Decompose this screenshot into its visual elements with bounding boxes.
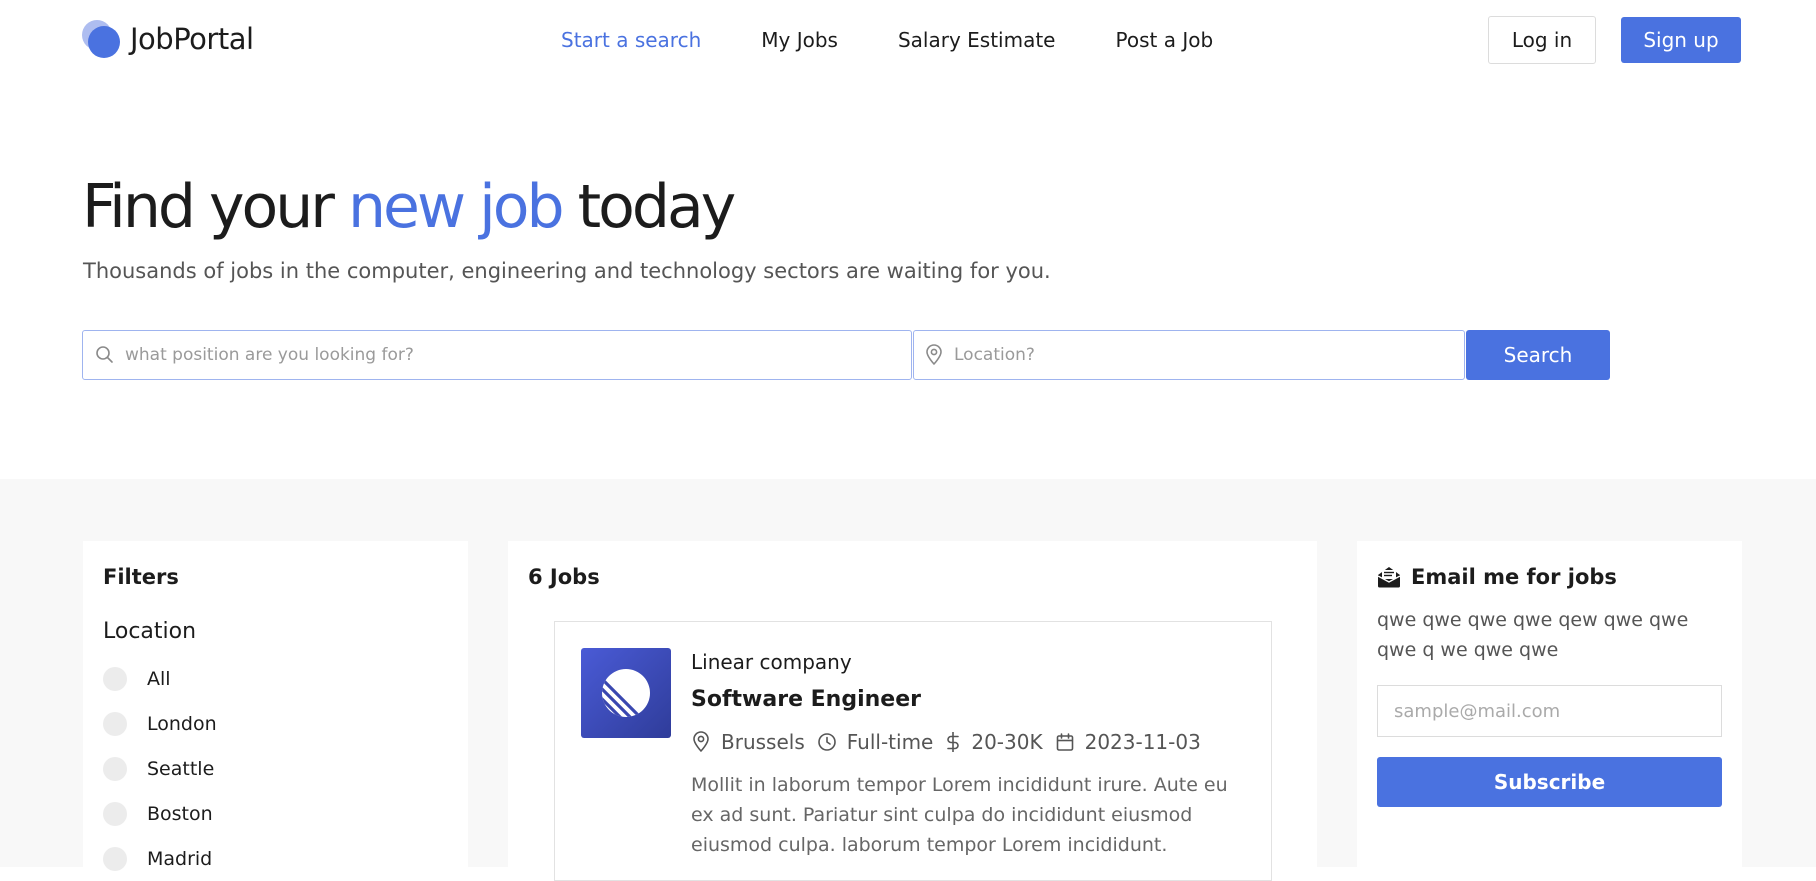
jobs-count: 6 Jobs — [528, 565, 600, 589]
brand-logo[interactable]: JobPortal — [82, 20, 254, 58]
hero-title-pre: Find your — [82, 172, 348, 242]
location-option-label: Seattle — [147, 757, 215, 780]
radio-button[interactable] — [103, 801, 127, 826]
nav-my-jobs[interactable]: My Jobs — [761, 28, 838, 52]
job-date: 2023-11-03 — [1055, 730, 1201, 754]
search-icon — [95, 345, 115, 365]
login-button[interactable]: Log in — [1488, 16, 1596, 64]
subscribe-button[interactable]: Subscribe — [1377, 757, 1722, 807]
location-option-label: Madrid — [147, 847, 213, 870]
email-panel-description: qwe qwe qwe qwe qew qwe qwe qwe q we qwe… — [1377, 609, 1689, 661]
map-pin-icon — [924, 344, 944, 366]
location-search-input[interactable] — [954, 345, 1440, 365]
search-bar: Search — [82, 330, 1610, 380]
position-search-input[interactable] — [125, 345, 860, 365]
logo-mark-icon — [82, 20, 120, 58]
location-option-all[interactable]: All — [103, 656, 448, 701]
hero-title-accent: new job — [348, 172, 565, 242]
job-title[interactable]: Software Engineer — [691, 687, 921, 712]
dollar-icon — [945, 731, 961, 753]
job-description: Mollit in laborum tempor Lorem incididun… — [691, 774, 1228, 856]
job-card[interactable]: Linear company Software Engineer Brussel… — [554, 621, 1272, 881]
position-search-field[interactable] — [82, 330, 912, 380]
job-location: Brussels — [691, 730, 805, 754]
calendar-icon — [1055, 732, 1075, 752]
location-filter-options: All London Seattle Boston Madrid — [103, 656, 448, 881]
radio-button[interactable] — [103, 666, 127, 691]
nav-salary-estimate[interactable]: Salary Estimate — [898, 28, 1056, 52]
hero-subtitle: Thousands of jobs in the computer, engin… — [83, 259, 1051, 283]
email-field[interactable] — [1377, 685, 1722, 737]
job-meta: Brussels Full-time 20-30K 2023-11-03 — [691, 730, 1213, 754]
location-option-label: All — [147, 667, 171, 690]
location-filter-title: Location — [103, 619, 197, 644]
brand-name: JobPortal — [130, 22, 254, 56]
filters-title: Filters — [103, 565, 179, 589]
location-option-madrid[interactable]: Madrid — [103, 836, 448, 881]
job-type-text: Full-time — [846, 730, 934, 754]
top-navbar: JobPortal Start a search My Jobs Salary … — [0, 0, 1816, 80]
job-salary-text: 20-30K — [971, 730, 1043, 754]
search-button[interactable]: Search — [1466, 330, 1610, 380]
radio-button[interactable] — [103, 711, 127, 736]
filters-panel: Filters Location All London Seattle Bost… — [83, 541, 468, 871]
hero-title: Find your new job today — [82, 172, 737, 242]
email-panel-header: Email me for jobs — [1377, 565, 1722, 589]
clock-icon — [817, 732, 837, 752]
job-type: Full-time — [817, 730, 934, 754]
map-pin-icon — [691, 731, 711, 753]
company-name: Linear company — [691, 650, 852, 674]
signup-button[interactable]: Sign up — [1621, 17, 1741, 63]
job-salary: 20-30K — [945, 730, 1043, 754]
job-date-text: 2023-11-03 — [1084, 730, 1201, 754]
jobs-panel: 6 Jobs Linear company Software Engineer … — [508, 541, 1317, 881]
location-option-label: London — [147, 712, 217, 735]
nav-post-job[interactable]: Post a Job — [1116, 28, 1214, 52]
envelope-open-icon — [1377, 566, 1401, 588]
location-option-boston[interactable]: Boston — [103, 791, 448, 836]
company-logo-icon — [581, 648, 671, 738]
nav-start-search[interactable]: Start a search — [561, 28, 701, 52]
location-search-field[interactable] — [913, 330, 1465, 380]
location-option-label: Boston — [147, 802, 213, 825]
location-option-seattle[interactable]: Seattle — [103, 746, 448, 791]
email-alert-panel: Email me for jobs qwe qwe qwe qwe qew qw… — [1357, 541, 1742, 867]
main-nav: Start a search My Jobs Salary Estimate P… — [561, 28, 1273, 52]
job-location-text: Brussels — [721, 730, 805, 754]
location-option-london[interactable]: London — [103, 701, 448, 746]
email-panel-title: Email me for jobs — [1411, 565, 1617, 589]
radio-button[interactable] — [103, 756, 127, 781]
hero-title-post: today — [561, 172, 737, 242]
